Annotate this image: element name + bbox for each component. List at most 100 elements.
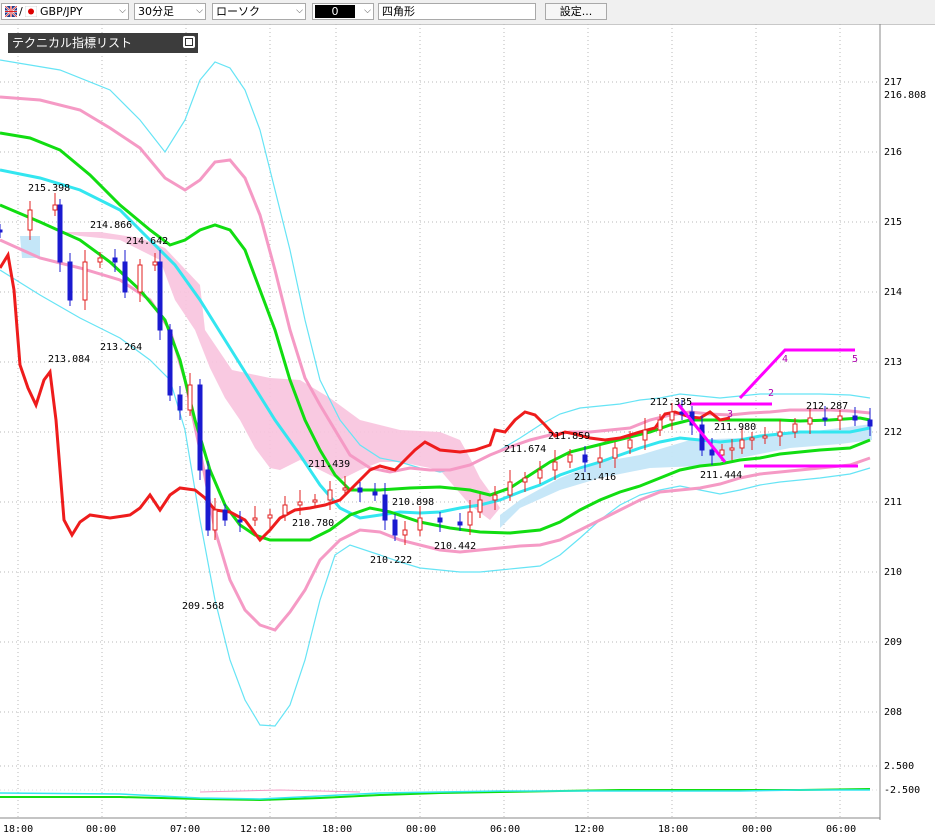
candle-body: [97, 257, 103, 263]
moving-average-red: [0, 250, 731, 543]
candle-body: [822, 417, 828, 421]
candle-body: [477, 499, 483, 513]
time-tick: 12:00: [240, 824, 270, 835]
hl-label: 210.780: [292, 518, 334, 529]
price-axis-labels: 217 216.808 216 215 214 213 212 211 210 …: [884, 77, 926, 796]
candle-body: [507, 481, 513, 496]
time-axis-labels: 18:00 00:00 07:00 12:00 18:00 00:00 06:0…: [3, 824, 856, 835]
price-chart[interactable]: 215.398 214.866 214.642 213.084 213.264 …: [0, 24, 935, 840]
price-tick: 209: [884, 637, 902, 648]
price-tick: 210: [884, 567, 902, 578]
candle-body: [52, 204, 58, 211]
time-tick: 07:00: [170, 824, 200, 835]
current-price-label: 216.808: [884, 90, 926, 101]
hl-label: 215.398: [28, 183, 70, 194]
candle-body: [552, 461, 558, 471]
candle-body: [357, 487, 363, 493]
chart-toolbar: / GBP/JPY ⌵ 30分足 ⌵ ローソク ⌵ 0 ⌵ 四角形 設定...: [0, 0, 935, 25]
time-tick: 18:00: [658, 824, 688, 835]
candle-body: [197, 384, 203, 471]
candle-body: [642, 429, 648, 441]
candle-body: [457, 521, 463, 526]
candle-body: [597, 457, 603, 463]
candle-body: [152, 261, 158, 266]
time-tick: 06:00: [826, 824, 856, 835]
timeframe-select[interactable]: 30分足 ⌵: [134, 3, 206, 20]
candle-body: [792, 423, 798, 433]
candle-body: [739, 439, 745, 449]
candle-body: [522, 477, 528, 483]
bollinger-upper-2: [0, 95, 871, 474]
candle-body: [212, 509, 218, 531]
chart-style-select[interactable]: ローソク ⌵: [212, 3, 306, 20]
candle-body: [762, 435, 768, 439]
drawing-tool-label: 四角形: [382, 5, 415, 18]
candle-body: [417, 517, 423, 531]
candle-body: [467, 511, 473, 526]
candle-body: [157, 261, 163, 331]
candle-body: [669, 411, 675, 421]
candle-body: [312, 499, 318, 503]
candle-body: [122, 261, 128, 293]
candle-body: [492, 494, 498, 501]
color-select[interactable]: 0 ⌵: [312, 3, 374, 20]
hl-label: 211.674: [504, 444, 546, 455]
candle-body: [709, 449, 715, 456]
hl-label: 211.439: [308, 459, 350, 470]
candle-body: [437, 517, 443, 523]
osc-lower-label: -2.500: [884, 785, 920, 796]
candle-body: [167, 329, 173, 396]
uk-flag-icon: [5, 6, 17, 17]
time-tick: 18:00: [322, 824, 352, 835]
maximize-icon[interactable]: [183, 36, 195, 48]
hl-label: 212.335: [650, 397, 692, 408]
time-tick: 00:00: [86, 824, 116, 835]
hl-label: 211.980: [714, 422, 756, 433]
indicator-list-title: テクニカル指標リスト: [12, 36, 133, 50]
price-tick: 212: [884, 427, 902, 438]
hl-label: 214.642: [126, 236, 168, 247]
candle-body: [749, 437, 755, 441]
candle-body: [807, 417, 813, 425]
hl-label: 213.264: [100, 342, 142, 353]
symbol-select[interactable]: / GBP/JPY ⌵: [1, 3, 129, 20]
hl-label: 211.859: [548, 431, 590, 442]
time-tick: 18:00: [3, 824, 33, 835]
symbol-label: GBP/JPY: [40, 5, 83, 18]
settings-button[interactable]: 設定...: [545, 3, 607, 20]
wave-label: 3: [727, 409, 733, 420]
candle-body: [392, 519, 398, 536]
chevron-down-icon: ⌵: [119, 6, 126, 16]
drawing-tool-field[interactable]: 四角形: [378, 3, 536, 20]
time-tick: 06:00: [490, 824, 520, 835]
candle-body: [252, 517, 258, 521]
candle-body: [0, 229, 3, 233]
candle-body: [282, 504, 288, 516]
osc-upper-label: 2.500: [884, 761, 914, 772]
indicator-list-panel[interactable]: テクニカル指標リスト: [8, 33, 198, 53]
candle-body: [537, 469, 543, 479]
symbol-separator: /: [19, 5, 23, 18]
candle-body: [777, 431, 783, 437]
candle-body: [627, 439, 633, 449]
candle-body: [402, 529, 408, 536]
hl-label: 210.222: [370, 555, 412, 566]
candle-body: [267, 514, 273, 519]
hl-label: 210.898: [392, 497, 434, 508]
chevron-down-icon: ⌵: [196, 6, 203, 16]
price-tick: 213: [884, 357, 902, 368]
wave-label: 2: [768, 388, 774, 399]
candle-body: [867, 419, 873, 427]
hl-label: 211.444: [700, 470, 742, 481]
price-tick: 217: [884, 77, 902, 88]
candle-body: [382, 494, 388, 521]
candle-body: [57, 204, 63, 263]
candle-body: [137, 264, 143, 293]
time-tick: 12:00: [574, 824, 604, 835]
candle-body: [582, 454, 588, 463]
price-tick: 214: [884, 287, 902, 298]
time-tick: 00:00: [406, 824, 436, 835]
oscillator-panel: [0, 788, 871, 802]
candle-body: [82, 261, 88, 301]
candle-body: [837, 415, 843, 421]
